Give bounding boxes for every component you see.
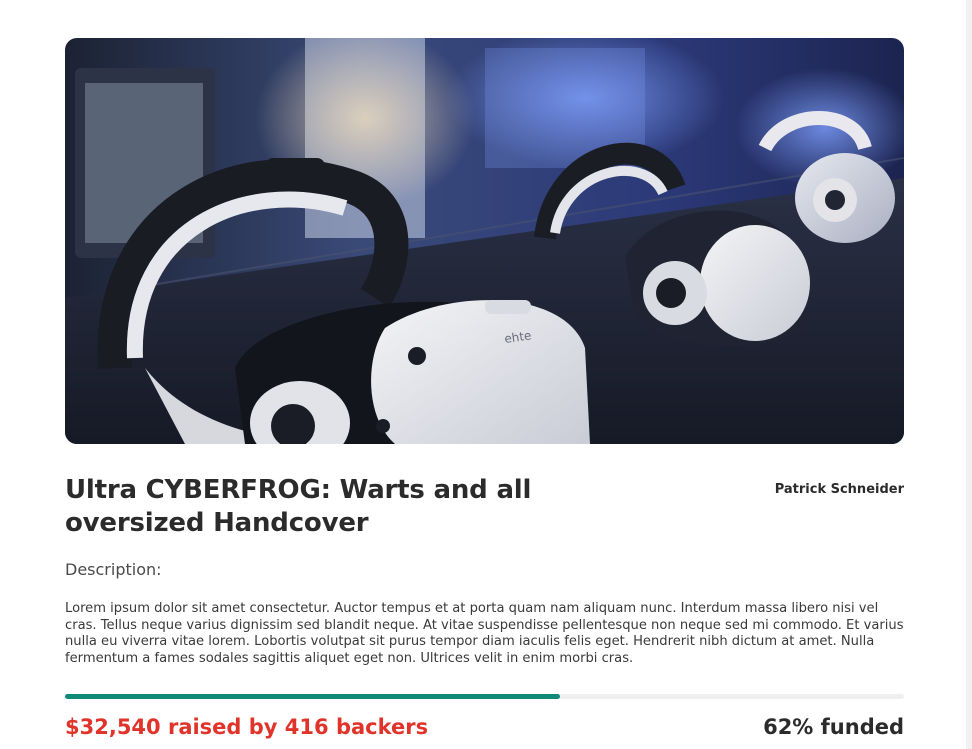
description-label: Description:: [65, 560, 162, 579]
campaign-title: Ultra CYBERFROG: Warts and all oversized…: [65, 475, 532, 538]
title-row: Ultra CYBERFROG: Warts and all oversized…: [65, 474, 904, 544]
funding-progress-fill: [65, 694, 560, 699]
campaign-card: ehte Ultra CYBERFROG: Warts and all over…: [65, 38, 904, 739]
hero-image: ehte: [65, 38, 904, 444]
funding-progress-bar: [65, 694, 904, 699]
raised-amount: $32,540 raised by 416 backers: [65, 715, 429, 739]
description-text: Lorem ipsum dolor sit amet consectetur. …: [65, 601, 904, 666]
scrollbar[interactable]: [966, 0, 972, 749]
vr-headsets-photo: ehte: [65, 38, 904, 444]
creator-name[interactable]: Patrick Schneider: [775, 482, 904, 497]
funded-percentage: 62% funded: [763, 715, 904, 739]
